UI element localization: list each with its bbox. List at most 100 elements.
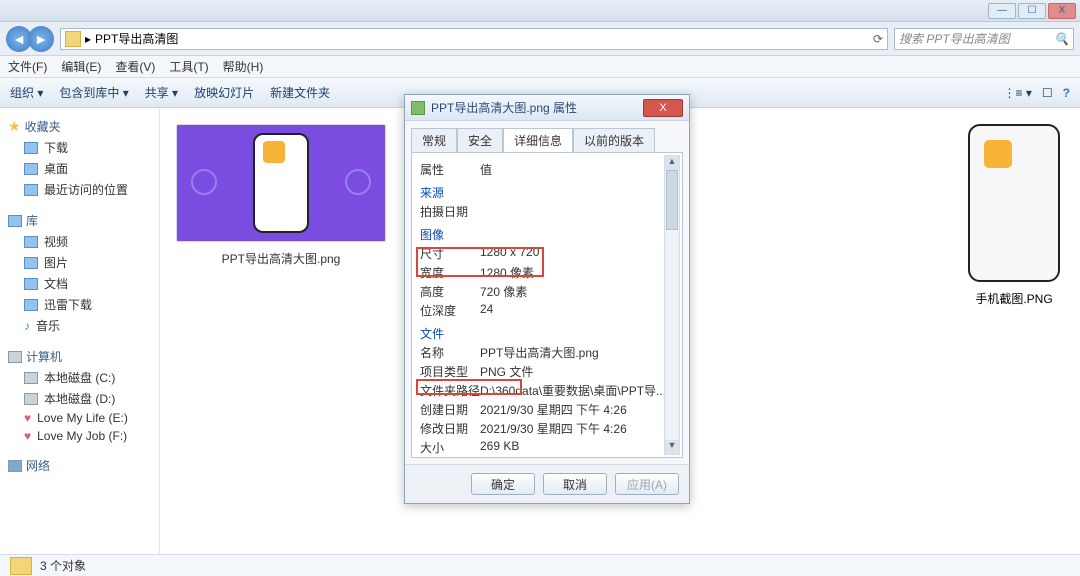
favorites-header[interactable]: ★收藏夹 [4, 116, 155, 137]
val-name: PPT导出高清大图.png [480, 344, 682, 361]
disk-icon [24, 372, 38, 384]
nav-arrows: ◄ ► [6, 26, 54, 52]
network-header[interactable]: 网络 [4, 455, 155, 476]
menu-file[interactable]: 文件(F) [8, 58, 47, 75]
folder-icon [65, 31, 81, 47]
address-bar[interactable]: ▸ PPT导出高清图 ⟳ [60, 28, 888, 50]
organize-button[interactable]: 组织 ▾ [10, 84, 43, 101]
sidebar-item-music[interactable]: ♪音乐 [4, 315, 155, 336]
folder-icon [24, 163, 38, 175]
tab-security[interactable]: 安全 [457, 128, 503, 153]
menu-view[interactable]: 查看(V) [115, 58, 155, 75]
section-file: 文件 [420, 325, 682, 342]
sidebar-item-videos[interactable]: 视频 [4, 231, 155, 252]
prop-width: 宽度 [420, 264, 480, 281]
tab-general[interactable]: 常规 [411, 128, 457, 153]
ok-button[interactable]: 确定 [471, 473, 535, 495]
sidebar-item-desktop[interactable]: 桌面 [4, 158, 155, 179]
view-mode-button[interactable]: ⋮≡ ▾ [1004, 86, 1032, 100]
sidebar-item-recent[interactable]: 最近访问的位置 [4, 179, 155, 200]
prop-dimensions: 尺寸 [420, 245, 480, 262]
apply-button[interactable]: 应用(A) [615, 473, 679, 495]
prop-name: 名称 [420, 344, 480, 361]
video-icon [24, 236, 38, 248]
navigation-sidebar: ★收藏夹 下载 桌面 最近访问的位置 库 视频 图片 文档 迅雷下载 ♪音乐 计… [0, 108, 160, 554]
menu-help[interactable]: 帮助(H) [223, 58, 264, 75]
share-button[interactable]: 共享 ▾ [145, 84, 178, 101]
val-bitdepth: 24 [480, 302, 682, 319]
val-height: 720 像素 [480, 283, 682, 300]
file-name: 手机截图.PNG [964, 290, 1064, 307]
folder-icon [24, 142, 38, 154]
libraries-header[interactable]: 库 [4, 210, 155, 231]
disk-icon [24, 393, 38, 405]
sidebar-item-downloads[interactable]: 下载 [4, 137, 155, 158]
forward-button[interactable]: ► [28, 26, 54, 52]
close-button[interactable]: X [1048, 3, 1076, 19]
library-icon [8, 215, 22, 227]
star-icon: ★ [8, 118, 21, 135]
search-icon: 🔍 [1054, 32, 1069, 46]
thumbnail [968, 124, 1060, 282]
prop-size: 大小 [420, 439, 480, 456]
minimize-button[interactable]: — [988, 3, 1016, 19]
scroll-up-button[interactable]: ▲ [665, 156, 679, 170]
cancel-button[interactable]: 取消 [543, 473, 607, 495]
prop-created: 创建日期 [420, 401, 480, 418]
dialog-close-button[interactable]: X [643, 99, 683, 117]
status-text: 3 个对象 [40, 557, 86, 574]
property-grid: 属性 值 来源 拍摄日期 图像 尺寸1280 x 720 宽度1280 像素 高… [420, 161, 682, 458]
scroll-thumb[interactable] [666, 170, 678, 230]
sidebar-item-drive-d[interactable]: 本地磁盘 (D:) [4, 388, 155, 409]
section-origin: 来源 [420, 184, 682, 201]
val-size: 269 KB [480, 439, 682, 456]
path-segment[interactable]: PPT导出高清图 [95, 30, 178, 47]
help-button[interactable]: ? [1063, 86, 1070, 100]
new-folder-button[interactable]: 新建文件夹 [270, 84, 330, 101]
menu-edit[interactable]: 编辑(E) [61, 58, 101, 75]
dialog-button-row: 确定 取消 应用(A) [405, 464, 689, 503]
sidebar-item-drive-f[interactable]: ♥Love My Job (F:) [4, 427, 155, 445]
folder-icon [24, 184, 38, 196]
file-item[interactable]: PPT导出高清大图.png [176, 124, 386, 267]
dialog-title: PPT导出高清大图.png 属性 [431, 99, 577, 116]
properties-dialog: PPT导出高清大图.png 属性 X 常规 安全 详细信息 以前的版本 属性 值… [404, 94, 690, 504]
maximize-button[interactable]: ☐ [1018, 3, 1046, 19]
sidebar-item-drive-c[interactable]: 本地磁盘 (C:) [4, 367, 155, 388]
search-placeholder: 搜索 PPT导出高清图 [899, 30, 1010, 47]
include-library-button[interactable]: 包含到库中 ▾ [59, 84, 128, 101]
computer-header[interactable]: 计算机 [4, 346, 155, 367]
tab-previous-versions[interactable]: 以前的版本 [573, 128, 655, 153]
file-item[interactable]: 手机截图.PNG [964, 124, 1064, 307]
refresh-button[interactable]: ⟳ [873, 32, 883, 46]
val-path: D:\360data\重要数据\桌面\PPT导... [480, 382, 682, 399]
slideshow-button[interactable]: 放映幻灯片 [194, 84, 254, 101]
section-image: 图像 [420, 226, 682, 243]
tab-details[interactable]: 详细信息 [503, 128, 573, 153]
status-bar: 3 个对象 [0, 554, 1080, 576]
val-created: 2021/9/30 星期四 下午 4:26 [480, 401, 682, 418]
dialog-titlebar[interactable]: PPT导出高清大图.png 属性 X [405, 95, 689, 121]
folder-icon [10, 557, 32, 575]
path-separator: ▸ [85, 32, 91, 46]
scroll-down-button[interactable]: ▼ [665, 440, 679, 454]
tab-bar: 常规 安全 详细信息 以前的版本 [405, 121, 689, 152]
menu-bar: 文件(F) 编辑(E) 查看(V) 工具(T) 帮助(H) [0, 56, 1080, 78]
heart-icon: ♥ [24, 411, 31, 425]
sidebar-item-thunder[interactable]: 迅雷下载 [4, 294, 155, 315]
menu-tools[interactable]: 工具(T) [169, 58, 208, 75]
prop-modified: 修改日期 [420, 420, 480, 437]
preview-pane-button[interactable]: ☐ [1042, 86, 1053, 100]
sidebar-item-pictures[interactable]: 图片 [4, 252, 155, 273]
download-icon [24, 299, 38, 311]
val-type: PNG 文件 [480, 363, 682, 380]
prop-height: 高度 [420, 283, 480, 300]
scrollbar[interactable]: ▲ ▼ [664, 155, 680, 455]
sidebar-item-drive-e[interactable]: ♥Love My Life (E:) [4, 409, 155, 427]
search-input[interactable]: 搜索 PPT导出高清图 🔍 [894, 28, 1074, 50]
document-icon [24, 278, 38, 290]
prop-date-taken: 拍摄日期 [420, 203, 480, 220]
tab-content: 属性 值 来源 拍摄日期 图像 尺寸1280 x 720 宽度1280 像素 高… [411, 152, 683, 458]
sidebar-item-documents[interactable]: 文档 [4, 273, 155, 294]
col-header-property: 属性 [420, 161, 480, 178]
